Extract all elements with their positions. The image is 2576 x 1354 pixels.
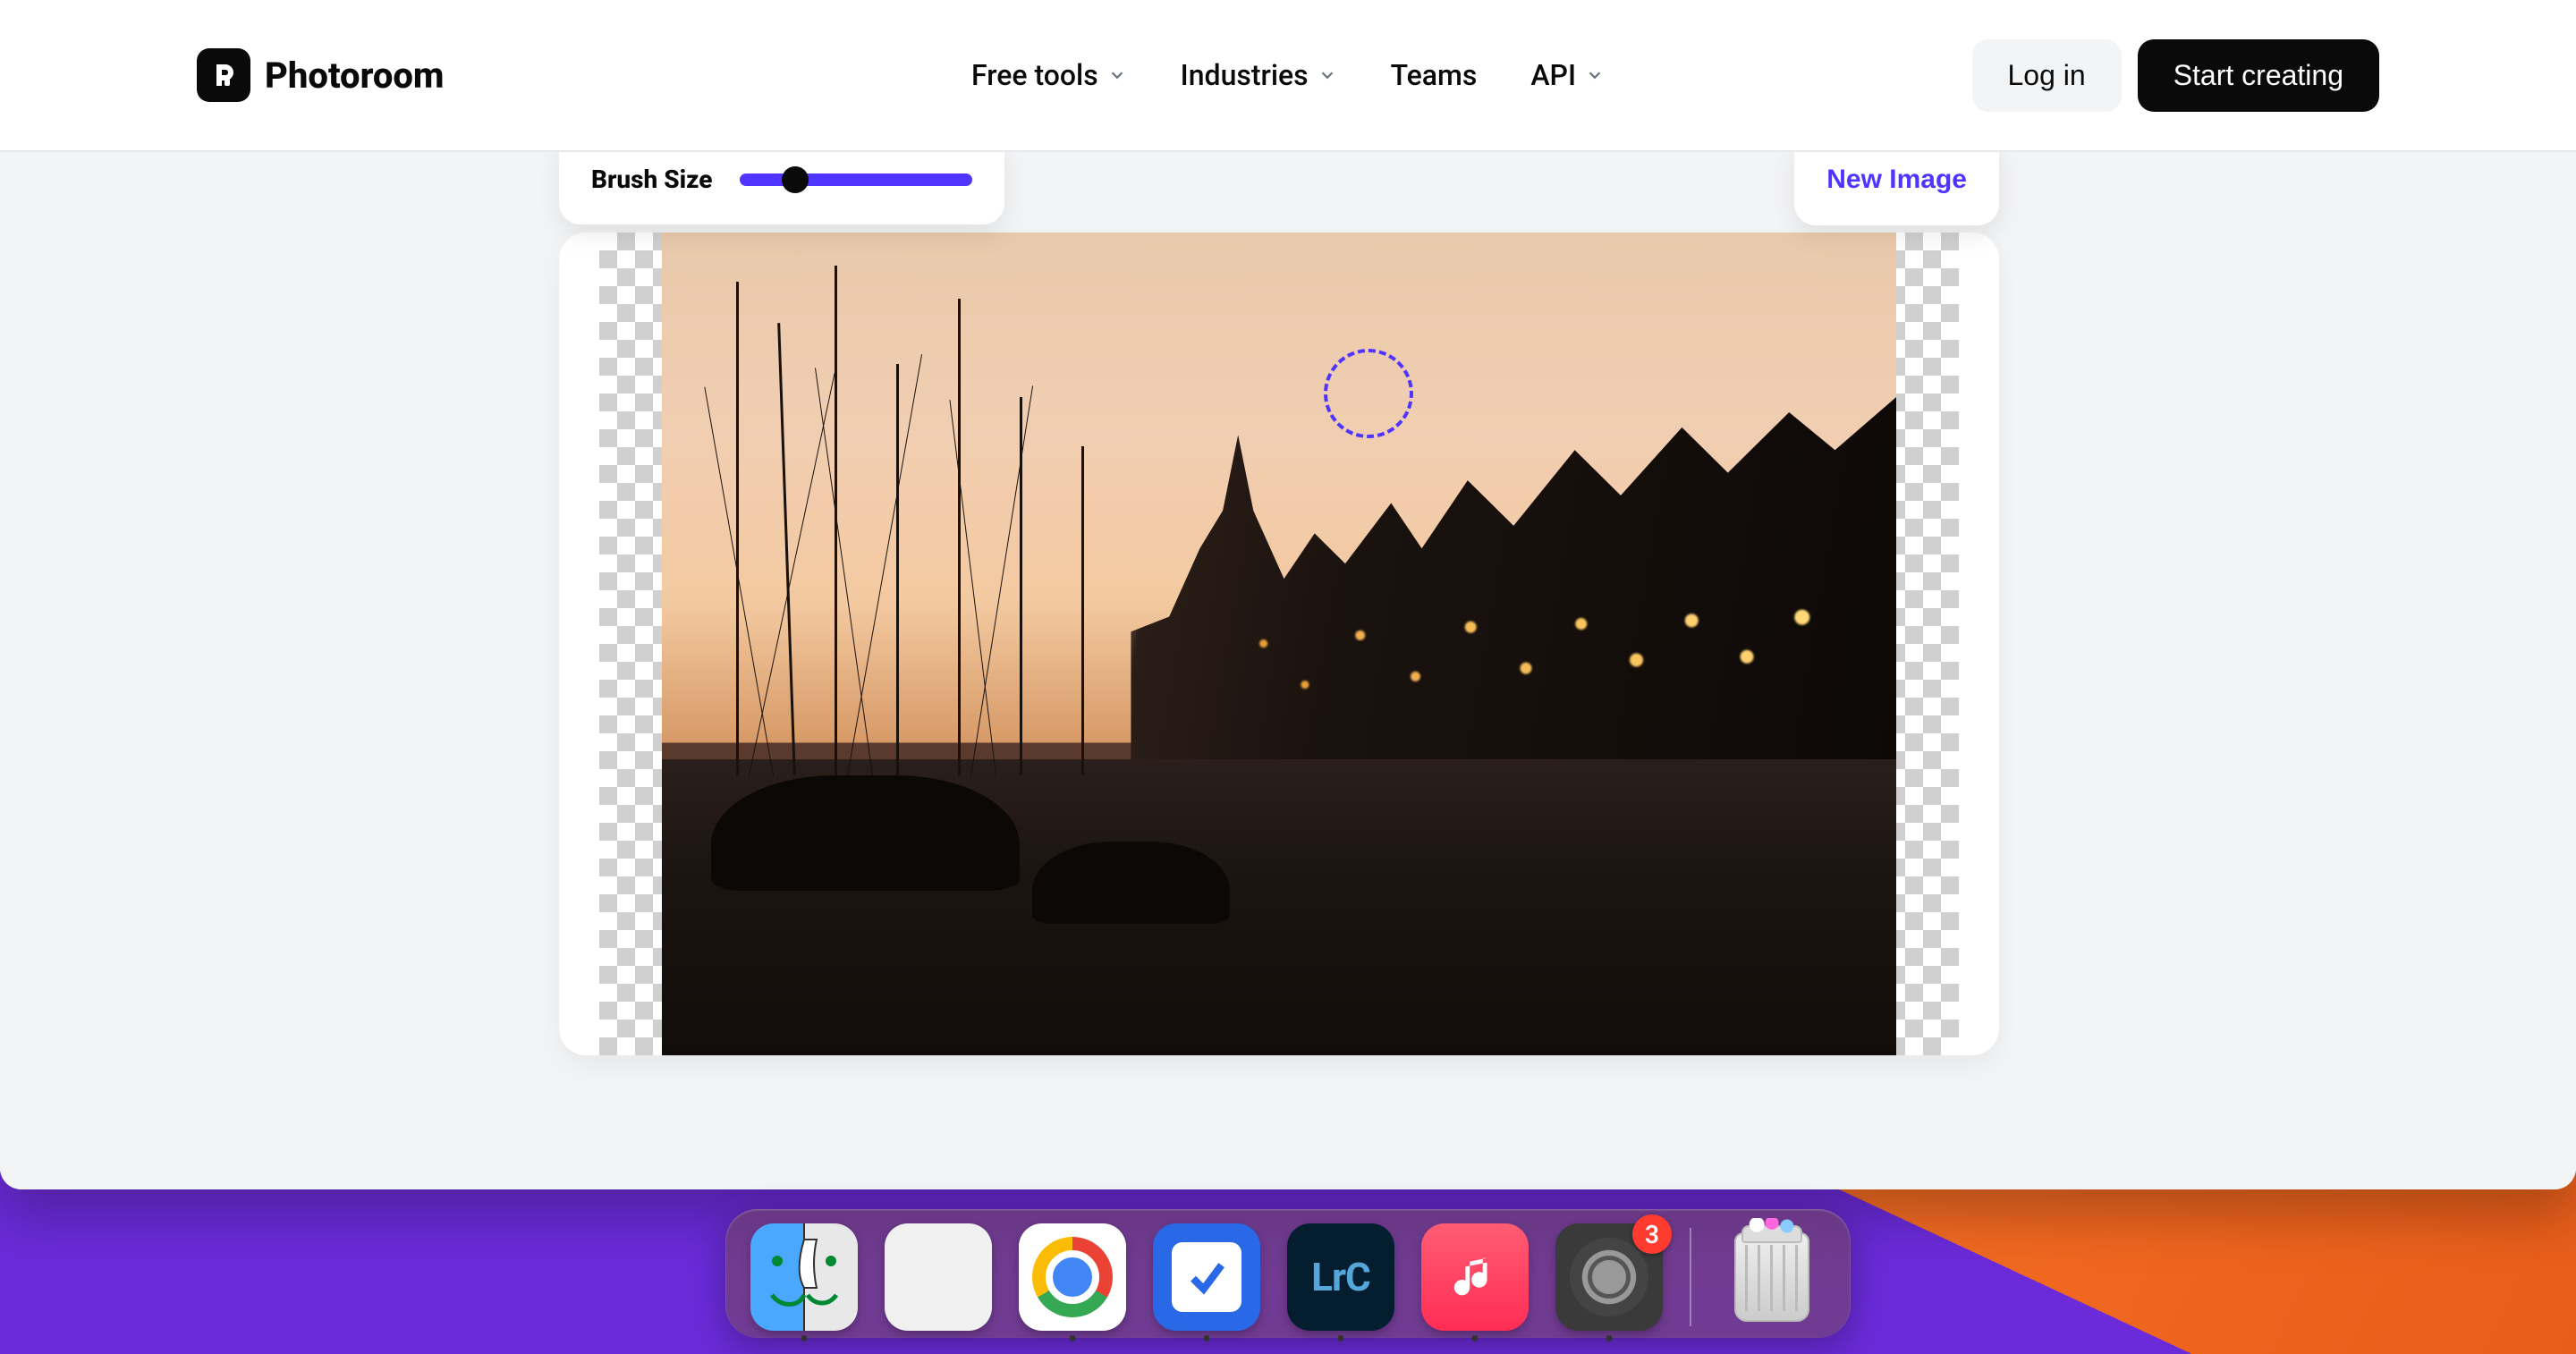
nav-industries[interactable]: Industries [1181, 58, 1337, 92]
brand[interactable]: Photoroom [197, 48, 444, 102]
dock-settings-badge: 3 [1632, 1214, 1672, 1254]
dock-lightroom-classic-icon[interactable]: LrC [1287, 1223, 1394, 1331]
canvas-card [559, 233, 1999, 1055]
canvas-checkerboard [599, 233, 1959, 1055]
brand-logo-icon [197, 48, 250, 102]
header-actions: Log in Start creating [1972, 39, 2380, 112]
chevron-down-icon [1585, 65, 1605, 85]
site-header: Photoroom Free tools Industries Teams AP… [0, 0, 2576, 152]
dock-divider [1690, 1228, 1691, 1326]
browser-window: Photoroom Free tools Industries Teams AP… [0, 0, 2576, 1189]
dock-settings-icon[interactable]: 3 [1555, 1223, 1663, 1331]
nav-free-tools-label: Free tools [971, 58, 1098, 92]
dock-lrc-label: LrC [1311, 1254, 1370, 1300]
nav-free-tools[interactable]: Free tools [971, 58, 1127, 92]
editor-content: Brush Size New Image [0, 152, 2576, 1189]
dock-music-icon[interactable] [1421, 1223, 1529, 1331]
chevron-down-icon [1318, 65, 1337, 85]
brand-name: Photoroom [265, 55, 444, 97]
nav-teams-label: Teams [1391, 58, 1478, 92]
dock-things-icon[interactable] [1153, 1223, 1260, 1331]
new-image-button[interactable]: New Image [1826, 165, 1967, 195]
dock-chrome-icon[interactable] [1019, 1223, 1126, 1331]
dock-finder-icon[interactable] [750, 1223, 858, 1331]
macos-dock: LrC 3 [725, 1209, 1851, 1338]
chevron-down-icon [1107, 65, 1127, 85]
main-nav: Free tools Industries Teams API [971, 58, 1605, 92]
dock-launchpad-icon[interactable] [885, 1223, 992, 1331]
brush-size-toolbar: Brush Size [559, 140, 1004, 224]
login-button[interactable]: Log in [1972, 39, 2122, 112]
nav-teams[interactable]: Teams [1391, 58, 1478, 92]
dock-trash-icon[interactable] [1718, 1223, 1826, 1331]
start-creating-button[interactable]: Start creating [2138, 39, 2379, 112]
brush-size-slider-thumb[interactable] [782, 166, 809, 193]
nav-api-label: API [1530, 58, 1576, 92]
brush-size-slider[interactable] [740, 173, 972, 186]
brush-size-label: Brush Size [591, 165, 713, 194]
nav-industries-label: Industries [1181, 58, 1309, 92]
edited-photo[interactable] [662, 233, 1896, 1055]
new-image-toolbar: New Image [1794, 140, 1999, 225]
nav-api[interactable]: API [1530, 58, 1605, 92]
